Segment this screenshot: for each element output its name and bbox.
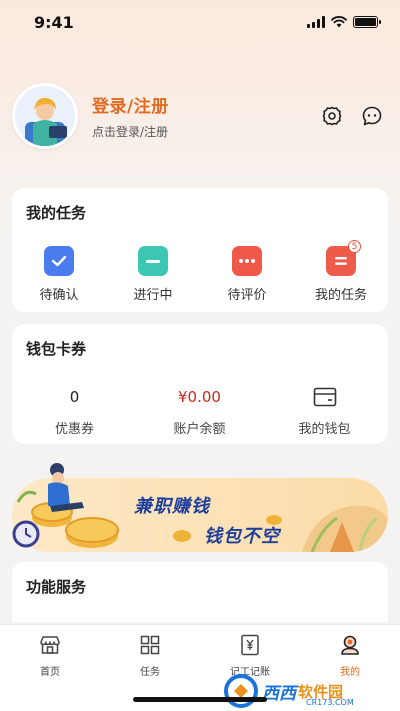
profile-header[interactable]: 登录/注册 点击登录/注册 <box>12 82 388 150</box>
tab-label: 任务 <box>140 667 160 678</box>
my-tasks-title: 我的任务 <box>26 204 87 222</box>
wallet-row: 0 优惠券 ¥0.00 账户余额 我的钱包 <box>12 386 388 437</box>
balance-item[interactable]: ¥0.00 账户余额 <box>137 386 262 437</box>
wifi-icon <box>331 16 347 28</box>
task-pending-confirm[interactable]: 待确认 <box>12 246 106 303</box>
wallet-title: 钱包卡券 <box>26 340 87 358</box>
banner-illustration <box>12 463 119 548</box>
my-wallet-item[interactable]: 我的钱包 <box>262 386 387 437</box>
wallet-card-icon <box>313 386 337 408</box>
battery-icon <box>353 16 381 28</box>
list-calendar-icon: 5 <box>326 240 361 276</box>
watermark-name: 西西 <box>262 683 296 704</box>
signal-icon <box>307 16 325 28</box>
task-label: 待确认 <box>39 288 79 303</box>
wallet-card: 钱包卡券 0 优惠券 ¥0.00 账户余额 我的钱包 <box>12 324 388 444</box>
profile-text[interactable]: 登录/注册 点击登录/注册 <box>92 92 320 140</box>
store-icon <box>38 633 62 657</box>
promo-banner[interactable]: 兼职赚钱 钱包不空 <box>12 458 388 552</box>
tab-label: 首页 <box>40 667 60 678</box>
task-label: 我的任务 <box>314 288 367 303</box>
person-icon <box>338 633 362 657</box>
my-tasks-card: 我的任务 待确认 进行中 待评价 5 我的任务 <box>12 188 388 312</box>
banner-headline: 兼职赚钱 <box>134 496 210 517</box>
site-watermark: 西西 软件园 CR173.COM <box>224 674 394 708</box>
home-indicator <box>133 697 267 702</box>
task-pending-review[interactable]: 待评价 <box>200 246 294 303</box>
task-my-tasks[interactable]: 5 我的任务 <box>294 240 388 303</box>
coupon-label: 优惠券 <box>54 422 94 437</box>
task-count-badge: 5 <box>348 240 361 253</box>
watermark-url: CR173.COM <box>306 698 354 707</box>
coupon-count: 0 <box>69 388 80 406</box>
services-card: 功能服务 <box>12 562 388 622</box>
task-in-progress[interactable]: 进行中 <box>106 246 200 303</box>
account-balance: ¥0.00 <box>178 388 221 406</box>
status-icons <box>307 16 381 28</box>
balance-label: 账户余额 <box>173 422 226 437</box>
login-title[interactable]: 登录/注册 <box>92 92 320 117</box>
login-subtitle: 点击登录/注册 <box>92 125 169 139</box>
chat-bubble-icon[interactable] <box>360 104 384 128</box>
avatar[interactable] <box>12 83 78 149</box>
task-label: 进行中 <box>133 288 173 303</box>
my-wallet-label: 我的钱包 <box>298 422 351 437</box>
tab-home[interactable]: 首页 <box>0 625 100 711</box>
task-label: 待评价 <box>227 288 267 303</box>
gear-icon[interactable] <box>320 104 344 128</box>
coupons-item[interactable]: 0 优惠券 <box>12 386 137 437</box>
progress-calendar-icon <box>138 246 168 276</box>
check-calendar-icon <box>44 246 74 276</box>
status-bar: 9:41 <box>0 0 400 44</box>
ledger-icon <box>238 633 262 657</box>
banner-subline: 钱包不空 <box>204 526 280 547</box>
comment-icon <box>232 246 262 276</box>
profile-actions <box>320 104 384 128</box>
watermark-logo-icon <box>224 674 258 708</box>
task-row: 待确认 进行中 待评价 5 我的任务 <box>12 240 388 303</box>
status-time: 9:41 <box>34 12 74 32</box>
services-title: 功能服务 <box>26 578 87 596</box>
grid-icon <box>138 633 162 657</box>
